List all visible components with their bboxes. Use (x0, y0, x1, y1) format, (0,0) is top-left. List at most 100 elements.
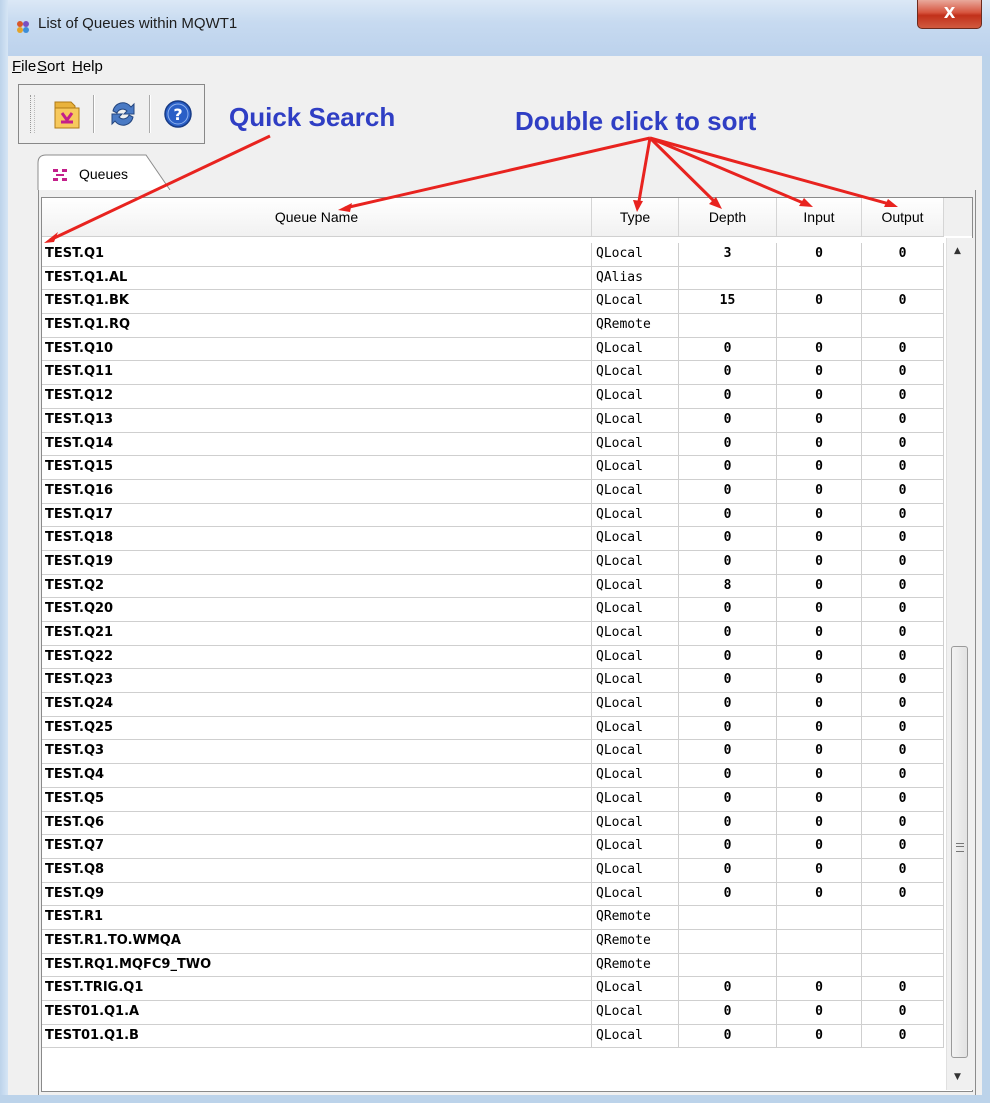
table-row[interactable]: TEST.Q22 QLocal 0 0 0 (42, 645, 944, 670)
queue-output-cell: 0 (862, 574, 944, 598)
queue-type-cell: QLocal (592, 787, 679, 811)
svg-text:?: ? (173, 105, 182, 124)
queue-input-cell: 0 (777, 550, 862, 574)
table-row[interactable]: TEST.Q16 QLocal 0 0 0 (42, 479, 944, 504)
folder-open-icon[interactable] (47, 94, 87, 134)
scrollbar-thumb[interactable] (951, 646, 968, 1058)
table-row[interactable]: TEST.Q1.BK QLocal 15 0 0 (42, 290, 944, 315)
table-row[interactable]: TEST.Q15 QLocal 0 0 0 (42, 456, 944, 480)
table-row[interactable]: TEST.Q3 QLocal 0 0 0 (42, 740, 944, 765)
table-row[interactable]: TEST.Q9 QLocal 0 0 0 (42, 882, 944, 907)
table-row[interactable]: TEST.Q6 QLocal 0 0 0 (42, 811, 944, 836)
menu-file[interactable]: File (12, 58, 36, 75)
table-header: Queue Name Type Depth Input Output (42, 198, 944, 237)
queue-depth-cell: 0 (679, 385, 777, 408)
close-button[interactable]: X (917, 0, 982, 29)
table-row[interactable]: TEST.R1.TO.WMQA QRemote (42, 929, 944, 954)
queue-input-cell (777, 266, 862, 290)
queue-type-cell: QLocal (592, 243, 679, 266)
queue-depth-cell: 0 (679, 527, 777, 550)
queue-depth-cell: 0 (679, 408, 777, 432)
queue-input-cell: 0 (777, 716, 862, 740)
table-row[interactable]: TEST.Q1.RQ QRemote (42, 314, 944, 338)
table-row[interactable]: TEST.R1 QRemote (42, 906, 944, 930)
queue-type-cell: QLocal (592, 550, 679, 574)
queue-name-cell: TEST.Q8 (42, 858, 592, 882)
refresh-icon[interactable] (103, 94, 143, 134)
queue-output-cell: 0 (862, 550, 944, 574)
queue-input-cell: 0 (777, 811, 862, 835)
table-row[interactable]: TEST.Q10 QLocal 0 0 0 (42, 337, 944, 362)
table-row[interactable]: TEST.Q2 QLocal 8 0 0 (42, 574, 944, 599)
queue-name-cell: TEST.Q22 (42, 645, 592, 669)
queue-name-cell: TEST.Q20 (42, 598, 592, 621)
table-row[interactable]: TEST.Q19 QLocal 0 0 0 (42, 550, 944, 575)
queue-output-cell: 0 (862, 645, 944, 669)
queue-input-cell: 0 (777, 527, 862, 550)
table-row[interactable]: TEST.Q24 QLocal 0 0 0 (42, 693, 944, 717)
queue-input-cell: 0 (777, 693, 862, 716)
table-row[interactable]: TEST.Q8 QLocal 0 0 0 (42, 858, 944, 883)
column-header-depth[interactable]: Depth (679, 198, 777, 236)
queue-type-cell: QLocal (592, 598, 679, 621)
table-row[interactable]: TEST.RQ1.MQFC9_TWO QRemote (42, 953, 944, 978)
queue-name-cell: TEST.Q15 (42, 456, 592, 479)
queue-type-cell: QLocal (592, 835, 679, 858)
queue-depth-cell (679, 314, 777, 337)
queue-input-cell: 0 (777, 598, 862, 621)
table-row[interactable]: TEST01.Q1.A QLocal 0 0 0 (42, 1001, 944, 1025)
queue-output-cell: 0 (862, 716, 944, 740)
queue-type-cell: QLocal (592, 693, 679, 716)
column-header-output[interactable]: Output (862, 198, 944, 236)
menu-help[interactable]: Help (72, 58, 103, 75)
table-row[interactable]: TEST.TRIG.Q1 QLocal 0 0 0 (42, 977, 944, 1001)
queue-name-cell: TEST.Q23 (42, 669, 592, 693)
table-row[interactable]: TEST.Q25 QLocal 0 0 0 (42, 716, 944, 741)
table-row[interactable]: TEST.Q12 QLocal 0 0 0 (42, 385, 944, 409)
table-row[interactable]: TEST.Q11 QLocal 0 0 0 (42, 361, 944, 386)
queue-input-cell: 0 (777, 787, 862, 811)
table-row[interactable]: TEST.Q7 QLocal 0 0 0 (42, 835, 944, 859)
queue-output-cell (862, 953, 944, 977)
queue-type-cell: QLocal (592, 1001, 679, 1024)
table-row[interactable]: TEST.Q23 QLocal 0 0 0 (42, 669, 944, 694)
table-row[interactable]: TEST.Q1 QLocal 3 0 0 (42, 243, 944, 267)
queue-name-cell: TEST01.Q1.A (42, 1001, 592, 1024)
scroll-up-icon[interactable]: ▲ (954, 246, 961, 256)
queue-input-cell: 0 (777, 385, 862, 408)
table-row[interactable]: TEST.Q17 QLocal 0 0 0 (42, 503, 944, 528)
queue-depth-cell: 0 (679, 811, 777, 835)
queue-type-cell: QLocal (592, 977, 679, 1000)
quick-search-annotation: Quick Search (229, 102, 396, 132)
queue-type-cell: QLocal (592, 764, 679, 787)
queue-depth-cell: 0 (679, 622, 777, 645)
queue-type-cell: QLocal (592, 740, 679, 764)
queue-name-cell: TEST.Q12 (42, 385, 592, 408)
queue-output-cell (862, 314, 944, 337)
table-body: TEST.Q1 QLocal 3 0 0 TEST.Q1.AL QAlias TEST.Q1.… (42, 243, 944, 1049)
scroll-down-icon[interactable]: ▼ (954, 1072, 961, 1082)
vertical-scrollbar[interactable]: ▲ ▼ (946, 238, 973, 1090)
table-row[interactable]: TEST.Q1.AL QAlias (42, 266, 944, 291)
column-header-type[interactable]: Type (592, 198, 679, 236)
table-row[interactable]: TEST.Q20 QLocal 0 0 0 (42, 598, 944, 622)
table-row[interactable]: TEST.Q4 QLocal 0 0 0 (42, 764, 944, 788)
table-row[interactable]: TEST.Q5 QLocal 0 0 0 (42, 787, 944, 812)
column-header-queue-name[interactable]: Queue Name (42, 198, 592, 236)
queue-input-cell: 0 (777, 858, 862, 882)
queue-type-cell: QLocal (592, 479, 679, 503)
title-bar[interactable]: List of Queues within MQWT1 (0, 0, 990, 56)
table-row[interactable]: TEST.Q21 QLocal 0 0 0 (42, 622, 944, 646)
queue-output-cell: 0 (862, 432, 944, 456)
column-header-input[interactable]: Input (777, 198, 862, 236)
table-row[interactable]: TEST.Q14 QLocal 0 0 0 (42, 432, 944, 457)
toolbar-grip[interactable] (30, 95, 35, 133)
queue-output-cell (862, 266, 944, 290)
help-icon[interactable]: ? (158, 94, 198, 134)
table-row[interactable]: TEST.Q18 QLocal 0 0 0 (42, 527, 944, 551)
queue-type-cell: QLocal (592, 811, 679, 835)
table-row[interactable]: TEST01.Q1.B QLocal 0 0 0 (42, 1024, 944, 1049)
queue-depth-cell: 0 (679, 764, 777, 787)
table-row[interactable]: TEST.Q13 QLocal 0 0 0 (42, 408, 944, 433)
menu-sort[interactable]: Sort (37, 58, 65, 75)
